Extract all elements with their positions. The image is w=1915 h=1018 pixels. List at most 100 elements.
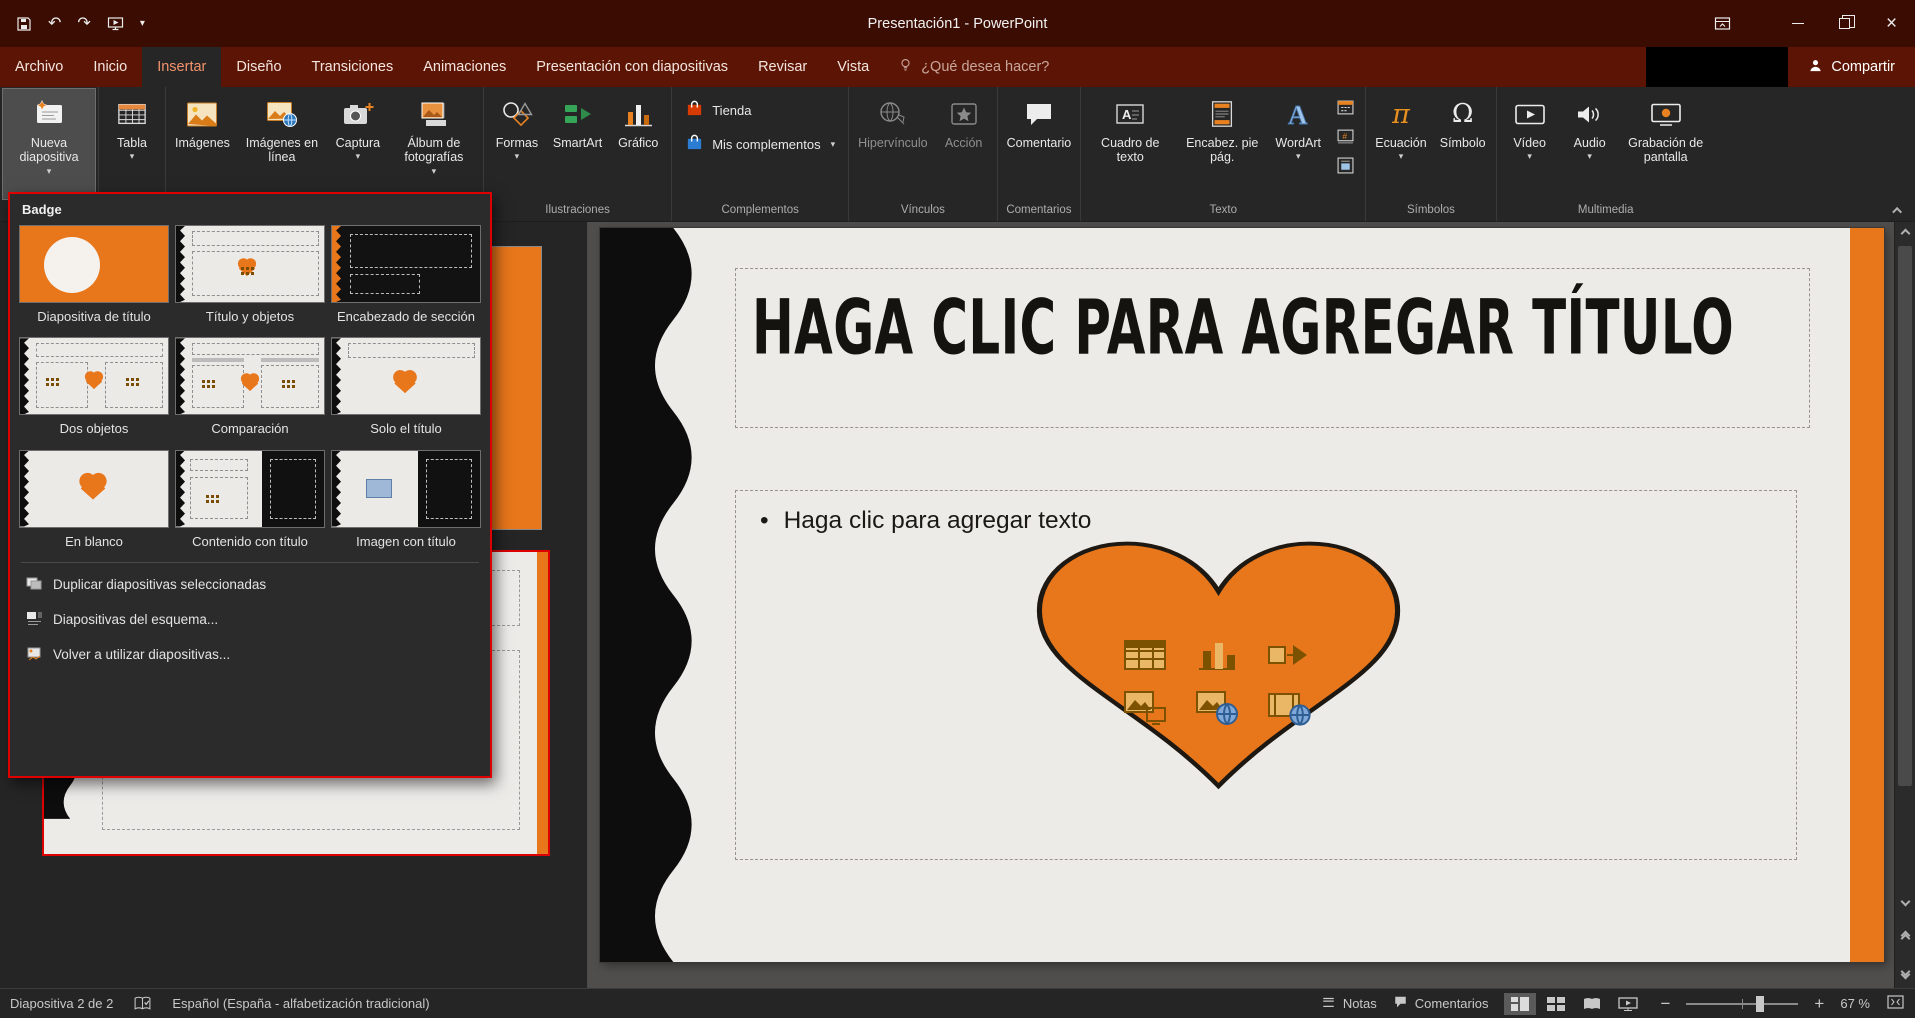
undo-icon[interactable]: ↶ [48,16,61,32]
menu-item-duplicate-slides[interactable]: Duplicar diapositivas seleccionadas [19,567,481,602]
scroll-up-icon[interactable] [1895,222,1915,244]
wordart-button[interactable]: A WordArt ▾ [1268,89,1328,199]
layout-option-content-with-caption[interactable]: Contenido con título [175,450,325,550]
date-time-icon[interactable] [1332,95,1358,119]
action-icon [948,95,980,133]
menu-item-reuse-slides[interactable]: Volver a utilizar diapositivas... [19,637,481,672]
tab-archivo[interactable]: Archivo [0,47,78,87]
screen-recording-icon [1650,95,1682,133]
previous-slide-button[interactable] [1895,926,1915,948]
zoom-level[interactable]: 67 % [1840,996,1870,1011]
layout-thumbnail [175,450,325,528]
insert-table-icon[interactable] [1123,637,1167,678]
store-icon [685,99,704,121]
video-button[interactable]: Vídeo ▾ [1500,89,1560,199]
layout-option-title-and-objects[interactable]: Título y objetos [175,225,325,325]
share-button[interactable]: Compartir [1788,47,1915,87]
content-insert-icons [1116,637,1318,731]
object-icon[interactable] [1332,153,1358,177]
tab-transiciones[interactable]: Transiciones [297,47,409,87]
start-slideshow-icon[interactable] [107,16,124,32]
insert-online-pictures-icon[interactable] [1195,690,1239,731]
audio-button[interactable]: Audio ▾ [1560,89,1620,199]
layout-option-blank[interactable]: En blanco [19,450,169,550]
action-button[interactable]: Acción [934,89,994,199]
slide-canvas[interactable]: HAGA CLIC PARA AGREGAR TÍTULO • Haga cli… [600,228,1884,962]
title-bar: ↶ ↷ ▾ Presentación1 - PowerPoint × [0,0,1915,47]
insert-chart-icon[interactable] [1195,637,1239,678]
tab-revisar[interactable]: Revisar [743,47,822,87]
proofing-status-icon[interactable] [133,996,152,1011]
zoom-slider-thumb[interactable] [1756,996,1764,1012]
insert-video-icon[interactable] [1267,690,1311,731]
normal-view-button[interactable] [1504,993,1536,1015]
save-icon[interactable] [16,16,32,32]
layout-option-title-only[interactable]: Solo el título [331,337,481,437]
language-indicator[interactable]: Español (España - alfabetización tradici… [172,996,429,1011]
close-button[interactable]: × [1868,0,1915,47]
fit-slide-to-window-icon[interactable] [1886,994,1905,1013]
content-placeholder[interactable]: • Haga clic para agregar texto [735,490,1797,860]
insert-pictures-icon[interactable] [1123,690,1167,731]
scrollbar-thumb[interactable] [1898,246,1912,786]
dropdown-caret-icon: ▾ [1296,152,1301,161]
tab-insertar[interactable]: Insertar [142,47,221,87]
reading-view-button[interactable] [1576,993,1608,1015]
table-button[interactable]: Tabla ▾ [102,89,162,199]
layout-option-section-header[interactable]: Encabezado de sección [331,225,481,325]
zoom-slider[interactable] [1686,1003,1798,1005]
body-prompt-text: • Haga clic para agregar texto [760,507,1091,535]
store-button[interactable]: Tienda [685,99,835,121]
slideshow-view-button[interactable] [1612,993,1644,1015]
equation-button[interactable]: π Ecuación ▾ [1369,89,1432,199]
svg-text:A: A [1122,107,1132,122]
layout-option-title-slide[interactable]: Diapositiva de título [19,225,169,325]
layout-option-two-objects[interactable]: Dos objetos [19,337,169,437]
new-slide-icon [33,95,65,133]
screenshot-button[interactable]: Captura ▾ [328,89,388,199]
tab-vista[interactable]: Vista [822,47,884,87]
symbol-button[interactable]: Ω Símbolo [1433,89,1493,199]
online-pictures-button[interactable]: Imágenes en línea [236,89,328,199]
smartart-icon [562,95,594,133]
next-slide-button[interactable] [1895,962,1915,984]
tab-diseno[interactable]: Diseño [221,47,296,87]
scroll-down-icon[interactable] [1895,890,1915,912]
new-slide-button[interactable]: Nueva diapositiva ▾ [3,89,95,199]
theme-name: Badge [22,202,481,217]
shapes-button[interactable]: Formas ▾ [487,89,547,199]
title-placeholder[interactable]: HAGA CLIC PARA AGREGAR TÍTULO [735,268,1810,428]
vertical-scrollbar[interactable] [1894,222,1915,988]
tab-animaciones[interactable]: Animaciones [408,47,521,87]
collapse-ribbon-icon[interactable] [1889,203,1907,217]
comment-button[interactable]: Comentario [1001,89,1078,199]
customize-quick-access-icon[interactable]: ▾ [140,19,145,29]
screen-recording-button[interactable]: Grabación de pantalla [1620,89,1712,199]
restore-button[interactable] [1821,0,1868,47]
minimize-button[interactable] [1774,0,1821,47]
layout-option-comparison[interactable]: Comparación [175,337,325,437]
redo-icon[interactable]: ↷ [77,16,90,32]
menu-item-slides-from-outline[interactable]: Diapositivas del esquema... [19,602,481,637]
smartart-button[interactable]: SmartArt [547,89,608,199]
chart-button[interactable]: Gráfico [608,89,668,199]
zoom-in-button[interactable]: + [1814,995,1824,1012]
ribbon-display-options-icon[interactable] [1699,0,1746,47]
slide-sorter-view-button[interactable] [1540,993,1572,1015]
group-complementos: Tienda Mis complementos ▾ Complementos [672,87,849,221]
zoom-out-button[interactable]: − [1660,995,1670,1012]
header-footer-button[interactable]: Encabez. pie pág. [1176,89,1268,199]
tell-me-search[interactable]: ¿Qué desea hacer? [884,47,1063,87]
tab-presentacion[interactable]: Presentación con diapositivas [521,47,743,87]
hyperlink-button[interactable]: Hipervínculo [852,89,933,199]
insert-smartart-icon[interactable] [1267,637,1311,678]
my-addins-button[interactable]: Mis complementos ▾ [685,133,835,155]
photo-album-button[interactable]: Álbum de fotografías ▾ [388,89,480,199]
notes-button[interactable]: Notas [1321,995,1377,1012]
slide-number-icon[interactable]: # [1332,124,1358,148]
tab-inicio[interactable]: Inicio [78,47,142,87]
pictures-button[interactable]: Imágenes [169,89,236,199]
comments-button[interactable]: Comentarios [1393,995,1489,1012]
text-box-button[interactable]: A Cuadro de texto [1084,89,1176,199]
layout-option-picture-with-caption[interactable]: Imagen con título [331,450,481,550]
